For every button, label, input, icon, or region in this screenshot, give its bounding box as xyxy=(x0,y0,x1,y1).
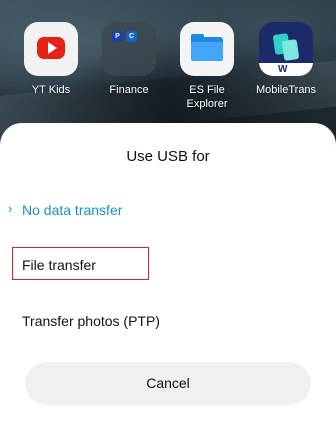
app-label: MobileTrans xyxy=(255,84,317,96)
option-transfer-photos-ptp[interactable]: Transfer photos (PTP) xyxy=(0,306,336,336)
app-mobiletrans[interactable]: W MobileTrans xyxy=(245,22,327,97)
app-label: ES File Explorer xyxy=(166,83,248,111)
option-label: Transfer photos (PTP) xyxy=(22,313,160,329)
dialog-title: Use USB for xyxy=(126,148,210,165)
app-es-file-explorer[interactable]: ES File Explorer xyxy=(166,22,248,111)
finance-folder-icon: P C xyxy=(102,22,156,76)
chevron-right-icon: › xyxy=(8,201,13,216)
app-label-line: Explorer xyxy=(186,98,228,110)
app-label: Finance xyxy=(109,84,149,96)
app-finance-folder[interactable]: P C Finance xyxy=(88,22,170,97)
es-file-explorer-icon xyxy=(180,22,234,76)
option-label: No data transfer xyxy=(22,202,123,218)
app-label-line: ES File xyxy=(189,84,225,96)
usb-options-sheet: Use USB for › No data transfer File tran… xyxy=(0,123,336,425)
app-label: YT Kids xyxy=(31,84,71,96)
option-no-data-transfer[interactable]: › No data transfer xyxy=(0,195,336,225)
cancel-button[interactable]: Cancel xyxy=(25,362,311,405)
app-row: YT Kids P C Finance ES File Explorer W M… xyxy=(0,22,336,122)
app-yt-kids[interactable]: YT Kids xyxy=(10,22,92,97)
youtube-kids-icon xyxy=(24,22,78,76)
option-file-transfer[interactable]: File transfer xyxy=(0,250,336,280)
mobiletrans-icon: W xyxy=(259,22,313,76)
option-label: File transfer xyxy=(22,257,96,273)
